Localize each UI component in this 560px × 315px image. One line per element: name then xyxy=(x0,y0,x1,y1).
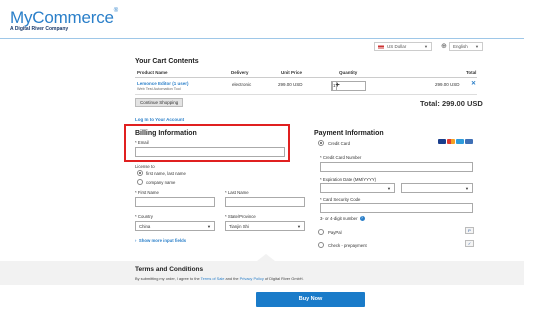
buy-now-button[interactable]: Buy Now xyxy=(256,292,365,307)
order-total: Total: 299.00 USD xyxy=(420,99,483,108)
country-select[interactable]: China ▼ xyxy=(135,221,215,231)
security-code-field[interactable] xyxy=(320,203,473,213)
currency-select[interactable]: US Dollar ▼ xyxy=(374,42,432,51)
terms-notch xyxy=(257,254,275,261)
us-flag-icon xyxy=(378,44,384,49)
email-field[interactable] xyxy=(135,147,285,157)
cart-title: Your Cart Contents xyxy=(135,58,199,65)
terms-title: Terms and Conditions xyxy=(135,266,204,273)
col-quantity: Quantity xyxy=(339,70,358,75)
terms-panel xyxy=(0,261,524,285)
first-name-field[interactable] xyxy=(135,197,215,207)
paypal-icon: P xyxy=(465,227,474,234)
chevron-down-icon: ▼ xyxy=(297,224,301,229)
credit-card-label: Credit Card xyxy=(328,141,350,146)
license-person-label: first name, last name xyxy=(146,171,186,176)
product-name-link[interactable]: Lemonce Editor (1 user) xyxy=(137,81,189,86)
delivery-value: electronic xyxy=(232,82,252,87)
last-name-label: * Last Name xyxy=(225,190,249,195)
visa-icon xyxy=(438,139,446,144)
security-code-label: * Card Security Code xyxy=(320,197,361,202)
card-number-label: * Credit Card Number xyxy=(320,155,362,160)
brand-name: MyCommerce® xyxy=(10,8,119,27)
col-total: Total xyxy=(466,70,477,75)
state-label: * State/Province xyxy=(225,214,256,219)
privacy-policy-link[interactable]: Privacy Policy xyxy=(240,276,264,281)
col-unit-price: Unit Price xyxy=(281,70,303,75)
brand-logo: MyCommerce® A Digital River Company xyxy=(10,8,118,32)
mastercard-icon xyxy=(447,139,455,144)
license-label: License to xyxy=(135,164,155,169)
login-link[interactable]: Log In to Your Account xyxy=(135,117,184,122)
language-select[interactable]: English ▼ xyxy=(449,42,483,51)
paypal-radio[interactable] xyxy=(318,229,324,235)
product-subtitle: Web Test Automation Tool xyxy=(137,87,181,91)
last-name-field[interactable] xyxy=(225,197,305,207)
state-select[interactable]: Tianjin Shi ▼ xyxy=(225,221,305,231)
cart-table-header: Product Name Delivery Unit Price Quantit… xyxy=(135,70,477,78)
country-label: * Country xyxy=(135,214,153,219)
terms-of-sale-link[interactable]: Terms of Sale xyxy=(201,276,225,281)
credit-card-radio[interactable] xyxy=(318,140,324,146)
cart-row-divider xyxy=(135,94,477,95)
chevron-down-icon: ▼ xyxy=(475,44,479,49)
info-icon[interactable]: ? xyxy=(359,216,365,222)
terms-text: By submitting my order, I agree to the T… xyxy=(135,276,304,281)
amex-icon xyxy=(456,139,464,144)
check-radio[interactable] xyxy=(318,242,324,248)
line-total-value: 299.00 USD xyxy=(435,82,460,87)
show-more-fields-link[interactable]: › Show more input fields xyxy=(135,238,186,243)
chevron-down-icon: ▼ xyxy=(387,186,391,191)
chevron-down-icon: ▼ xyxy=(424,44,428,49)
card-number-field[interactable] xyxy=(320,162,473,172)
continue-shopping-button[interactable]: Continue Shopping xyxy=(135,98,184,107)
expiration-month-select[interactable]: ▼ xyxy=(320,183,395,193)
globe-icon: ⊕ xyxy=(441,43,447,50)
col-delivery: Delivery xyxy=(231,70,249,75)
unit-price-value: 299.00 USD xyxy=(278,82,303,87)
billing-title: Billing Information xyxy=(135,130,197,137)
header-divider xyxy=(0,38,524,39)
digits-hint: 3- or 4-digit number? xyxy=(320,216,365,222)
chevron-down-icon: ▼ xyxy=(207,224,211,229)
jcb-icon xyxy=(465,139,473,144)
expiration-year-select[interactable]: ▼ xyxy=(401,183,473,193)
remove-item-icon[interactable]: ✕ xyxy=(471,80,476,87)
increment-button[interactable]: + xyxy=(332,82,343,90)
chevron-right-icon: › xyxy=(135,238,137,243)
first-name-label: * First Name xyxy=(135,190,159,195)
expiration-label: * Expiration Date (MM/YYYY) xyxy=(320,177,377,182)
paypal-label: PayPal xyxy=(328,230,342,235)
check-label: Check - prepayment xyxy=(328,243,367,248)
chevron-down-icon: ▼ xyxy=(465,186,469,191)
payment-title: Payment Information xyxy=(314,130,384,137)
card-logos xyxy=(438,139,473,144)
col-product-name: Product Name xyxy=(137,70,168,75)
quantity-stepper[interactable]: − 1 + xyxy=(331,81,366,91)
check-icon: ✓ xyxy=(465,240,474,247)
email-label: * Email xyxy=(135,140,149,145)
license-company-radio[interactable] xyxy=(137,179,143,185)
license-person-radio[interactable] xyxy=(137,170,143,176)
license-company-label: company name xyxy=(146,180,176,185)
